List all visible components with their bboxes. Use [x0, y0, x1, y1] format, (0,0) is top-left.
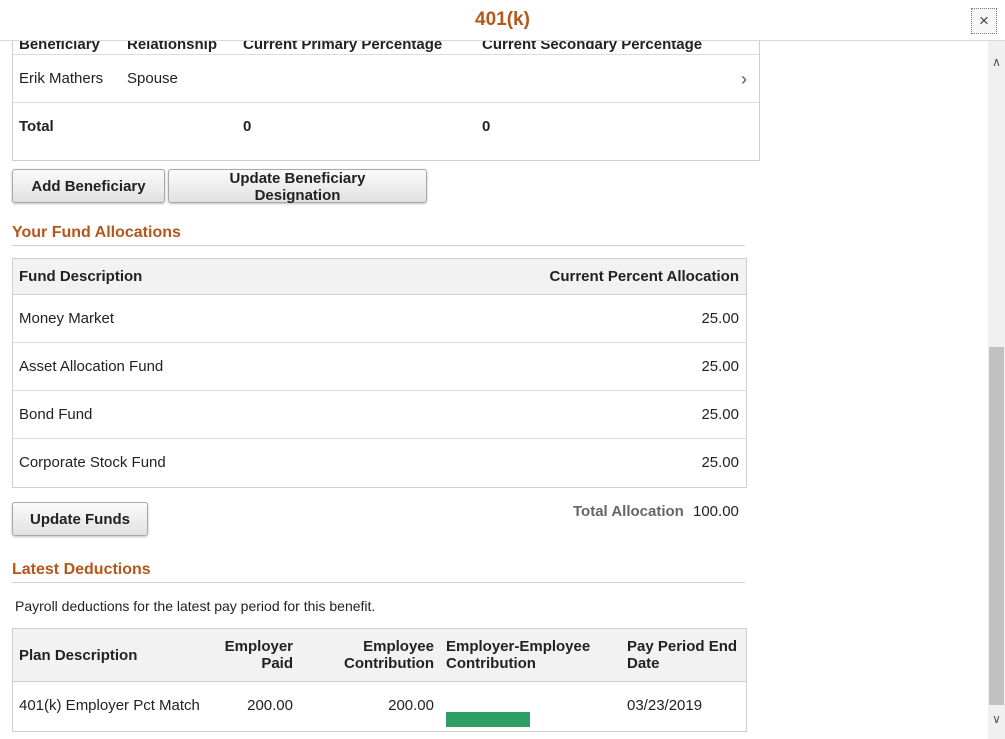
chevron-down-icon[interactable]: ∨	[988, 710, 1005, 727]
fund-percent: 25.00	[701, 358, 739, 375]
table-row: 401(k) Employer Pct Match 200.00 200.00 …	[13, 682, 746, 732]
header-employee-contribution: Employee Contribution	[344, 638, 434, 672]
fund-allocations-title: Your Fund Allocations	[12, 224, 181, 241]
plan-description: 401(k) Employer Pct Match	[19, 697, 200, 714]
employer-paid: 200.00	[247, 697, 293, 714]
update-beneficiary-designation-button[interactable]: Update Beneficiary Designation	[168, 169, 427, 204]
beneficiary-name: Erik Mathers	[19, 70, 104, 87]
beneficiary-table: Beneficiary Relationship Current Primary…	[12, 41, 760, 161]
header-relationship: Relationship	[127, 41, 218, 53]
header-end-date-line1: Pay Period End	[627, 638, 738, 655]
close-icon: ×	[979, 11, 989, 30]
table-header: Fund Description Current Percent Allocat…	[13, 259, 746, 295]
fund-description: Asset Allocation Fund	[19, 358, 164, 375]
header-combined-contribution: Employer-Employee Contribution	[446, 638, 590, 672]
fund-description: Bond Fund	[19, 406, 93, 423]
header-beneficiary: Beneficiary	[19, 41, 100, 53]
header-employee-contribution-line1: Employee	[363, 638, 434, 655]
total-allocation-value: 100.00	[693, 503, 739, 520]
fund-percent: 25.00	[701, 310, 739, 327]
fund-percent: 25.00	[701, 406, 739, 423]
close-button[interactable]: ×	[971, 8, 997, 34]
header-employer-paid-line2: Paid	[261, 655, 293, 672]
header-percent-allocation: Current Percent Allocation	[549, 268, 739, 285]
modal-content: Beneficiary Relationship Current Primary…	[0, 41, 1005, 739]
total-secondary: 0	[482, 118, 491, 135]
header-employer-paid: Employer Paid	[225, 638, 293, 672]
header-fund-description: Fund Description	[19, 268, 143, 285]
beneficiary-relationship: Spouse	[127, 70, 178, 87]
table-row: Money Market 25.00	[13, 295, 746, 343]
fund-description: Money Market	[19, 310, 115, 327]
header-secondary-percentage: Current Secondary Percentage	[482, 41, 703, 53]
header-employer-paid-line1: Employer	[224, 638, 293, 655]
scrollbar-thumb[interactable]	[989, 347, 1004, 705]
deductions-note: Payroll deductions for the latest pay pe…	[15, 598, 376, 614]
update-funds-button[interactable]: Update Funds	[12, 502, 148, 536]
chevron-up-icon[interactable]: ∧	[988, 53, 1005, 70]
beneficiary-row[interactable]: Erik Mathers Spouse ›	[13, 54, 759, 103]
fund-description: Corporate Stock Fund	[19, 454, 166, 471]
header-employee-contribution-line2: Contribution	[344, 655, 434, 672]
employee-bar-segment	[446, 712, 530, 727]
table-row: Corporate Stock Fund 25.00	[13, 439, 746, 486]
table-row: Bond Fund 25.00	[13, 391, 746, 439]
header-primary-percentage: Current Primary Percentage	[243, 41, 443, 53]
pay-period-end-date: 03/23/2019	[627, 697, 703, 714]
table-row: Asset Allocation Fund 25.00	[13, 343, 746, 391]
header-end-date-line2: Date	[627, 655, 660, 672]
total-allocation-label: Total Allocation	[573, 503, 684, 520]
chevron-right-icon[interactable]: ›	[741, 69, 747, 90]
add-beneficiary-button[interactable]: Add Beneficiary	[12, 169, 165, 203]
title-bar: 401(k) ×	[0, 0, 1005, 41]
section-divider	[12, 582, 745, 583]
section-divider	[12, 245, 745, 246]
fund-allocations-table: Fund Description Current Percent Allocat…	[12, 258, 747, 488]
header-combined-line1: Employer-Employee	[446, 638, 591, 655]
contribution-bar	[446, 697, 614, 727]
header-pay-period-end-date: Pay Period End Date	[627, 638, 737, 672]
employee-contribution: 200.00	[388, 697, 434, 714]
deductions-table: Plan Description Employer Paid Employee …	[12, 628, 747, 732]
vertical-scrollbar[interactable]: ∧ ∨	[988, 41, 1005, 739]
page-title: 401(k)	[475, 9, 530, 30]
total-label: Total	[19, 118, 54, 135]
beneficiary-total-row: Total 0 0	[13, 102, 759, 151]
fund-percent: 25.00	[701, 454, 739, 471]
latest-deductions-title: Latest Deductions	[12, 561, 151, 578]
total-primary: 0	[243, 118, 252, 135]
table-header: Plan Description Employer Paid Employee …	[13, 629, 746, 682]
header-combined-line2: Contribution	[446, 655, 536, 672]
header-plan-description: Plan Description	[19, 647, 138, 664]
